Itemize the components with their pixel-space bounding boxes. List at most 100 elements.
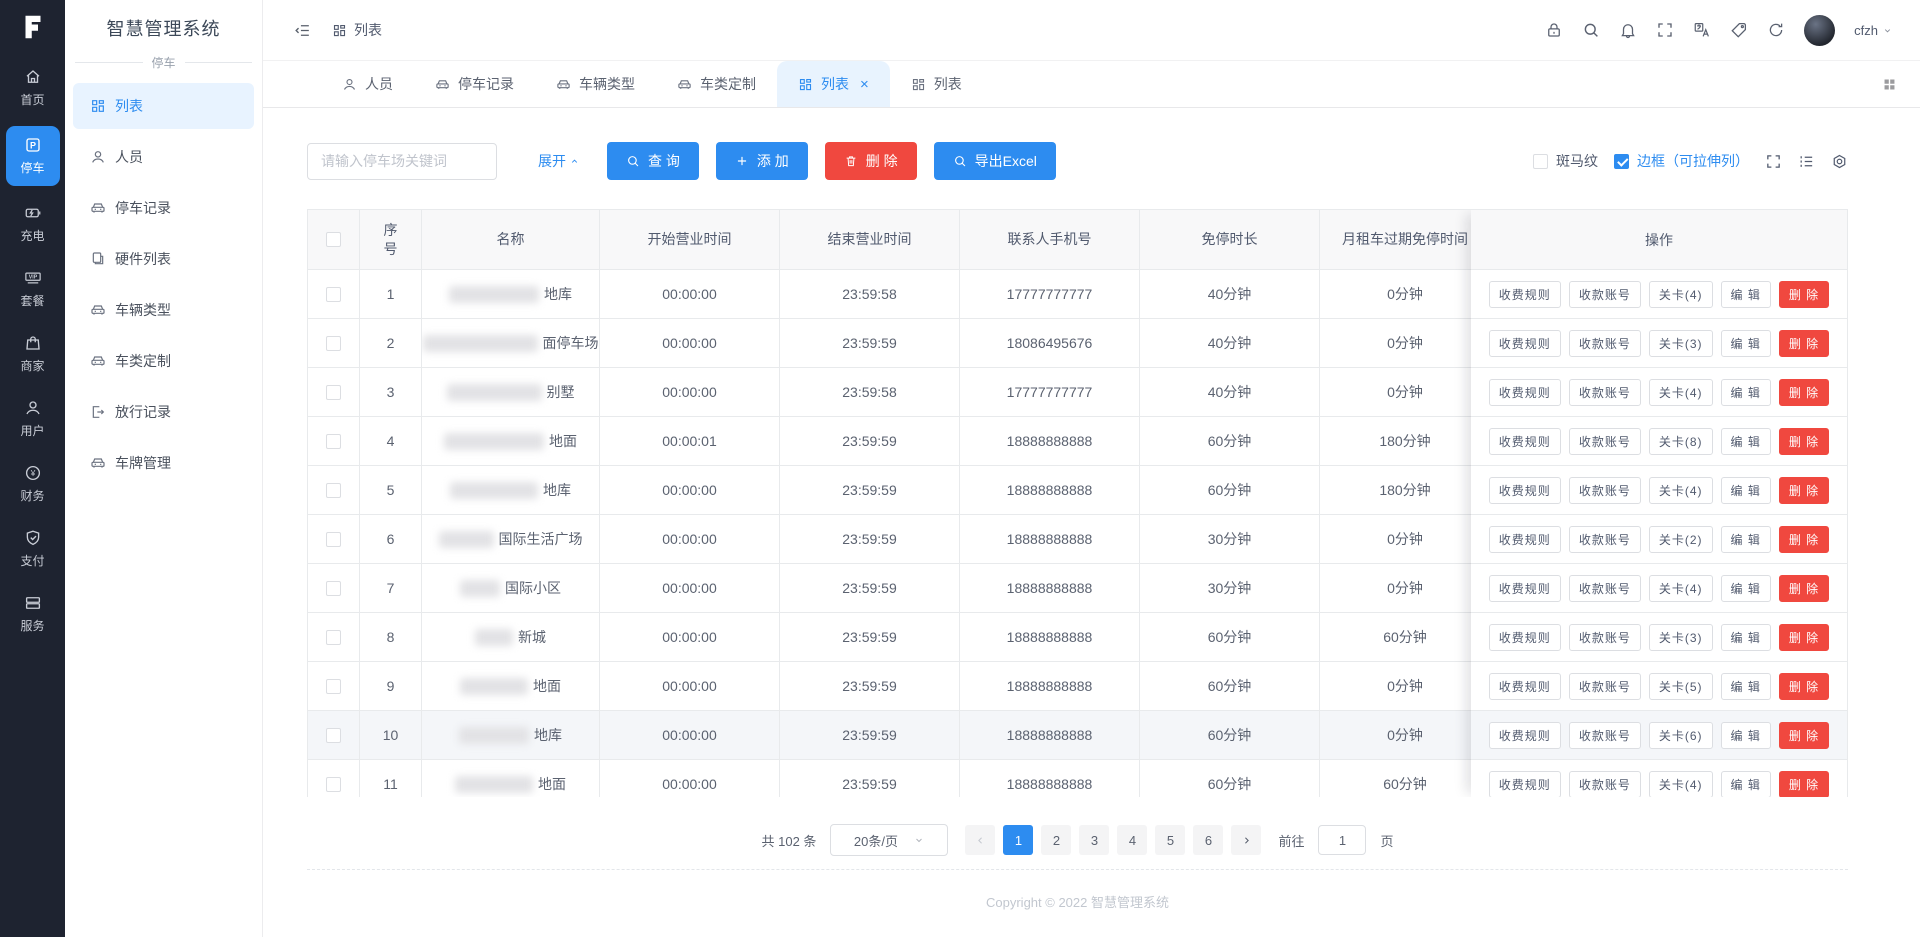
row-checkbox[interactable]: [326, 434, 341, 449]
gates-button[interactable]: 关卡(6): [1649, 722, 1713, 749]
tab-personnel[interactable]: 人员: [321, 61, 414, 107]
tab-close-icon[interactable]: ×: [860, 77, 869, 92]
goto-page-input[interactable]: [1318, 825, 1366, 855]
sidebar-item-hardware-list[interactable]: 硬件列表: [73, 236, 254, 282]
fee-rule-button[interactable]: 收费规则: [1489, 379, 1561, 406]
zebra-checkbox[interactable]: 斑马纹: [1533, 151, 1598, 171]
delete-row-button[interactable]: 删 除: [1779, 379, 1829, 406]
payee-account-button[interactable]: 收款账号: [1569, 330, 1641, 357]
row-checkbox[interactable]: [326, 679, 341, 694]
expand-toggle[interactable]: 展开: [538, 151, 580, 171]
fee-rule-button[interactable]: 收费规则: [1489, 428, 1561, 455]
gear-icon[interactable]: [1831, 153, 1848, 170]
export-excel-button[interactable]: 导出Excel: [934, 142, 1056, 180]
tab-layout-icon[interactable]: [1881, 76, 1898, 93]
sidebar-item-personnel[interactable]: 人员: [73, 134, 254, 180]
lock-icon[interactable]: [1545, 21, 1563, 39]
gates-button[interactable]: 关卡(5): [1649, 673, 1713, 700]
rail-item-parking[interactable]: 停车: [6, 126, 60, 186]
delete-row-button[interactable]: 删 除: [1779, 771, 1829, 798]
tab-vehicle-type[interactable]: 车辆类型: [535, 61, 656, 107]
sidebar-item-vehicle-class-custom[interactable]: 车类定制: [73, 338, 254, 384]
add-button[interactable]: 添 加: [716, 142, 808, 180]
edit-button[interactable]: 编 辑: [1721, 330, 1771, 357]
fee-rule-button[interactable]: 收费规则: [1489, 673, 1561, 700]
select-all-checkbox[interactable]: [326, 232, 341, 247]
edit-button[interactable]: 编 辑: [1721, 428, 1771, 455]
fee-rule-button[interactable]: 收费规则: [1489, 624, 1561, 651]
sidebar-item-parking-records[interactable]: 停车记录: [73, 185, 254, 231]
edit-button[interactable]: 编 辑: [1721, 575, 1771, 602]
border-checkbox[interactable]: 边框（可拉伸列）: [1614, 151, 1749, 171]
bell-icon[interactable]: [1619, 21, 1637, 39]
delete-row-button[interactable]: 删 除: [1779, 477, 1829, 504]
payee-account-button[interactable]: 收款账号: [1569, 281, 1641, 308]
row-checkbox[interactable]: [326, 483, 341, 498]
sidebar-item-plate-management[interactable]: 车牌管理: [73, 440, 254, 486]
rail-item-finance[interactable]: 财务: [6, 457, 60, 511]
delete-row-button[interactable]: 删 除: [1779, 281, 1829, 308]
prev-page-button[interactable]: [965, 825, 995, 855]
gates-button[interactable]: 关卡(2): [1649, 526, 1713, 553]
row-checkbox[interactable]: [326, 581, 341, 596]
translate-icon[interactable]: [1693, 21, 1711, 39]
fee-rule-button[interactable]: 收费规则: [1489, 330, 1561, 357]
rail-item-pay[interactable]: 支付: [6, 522, 60, 576]
sidebar-item-release-records[interactable]: 放行记录: [73, 389, 254, 435]
fee-rule-button[interactable]: 收费规则: [1489, 477, 1561, 504]
edit-button[interactable]: 编 辑: [1721, 673, 1771, 700]
payee-account-button[interactable]: 收款账号: [1569, 624, 1641, 651]
delete-row-button[interactable]: 删 除: [1779, 575, 1829, 602]
sidebar-item-vehicle-type[interactable]: 车辆类型: [73, 287, 254, 333]
fee-rule-button[interactable]: 收费规则: [1489, 281, 1561, 308]
row-checkbox[interactable]: [326, 728, 341, 743]
edit-button[interactable]: 编 辑: [1721, 722, 1771, 749]
delete-row-button[interactable]: 删 除: [1779, 330, 1829, 357]
edit-button[interactable]: 编 辑: [1721, 624, 1771, 651]
query-button[interactable]: 查 询: [607, 142, 699, 180]
fee-rule-button[interactable]: 收费规则: [1489, 526, 1561, 553]
payee-account-button[interactable]: 收款账号: [1569, 477, 1641, 504]
gates-button[interactable]: 关卡(4): [1649, 477, 1713, 504]
edit-button[interactable]: 编 辑: [1721, 379, 1771, 406]
row-checkbox[interactable]: [326, 630, 341, 645]
sidebar-item-list[interactable]: 列表: [73, 83, 254, 129]
fee-rule-button[interactable]: 收费规则: [1489, 771, 1561, 798]
page-button-5[interactable]: 5: [1155, 825, 1185, 855]
page-button-1[interactable]: 1: [1003, 825, 1033, 855]
gates-button[interactable]: 关卡(4): [1649, 379, 1713, 406]
fee-rule-button[interactable]: 收费规则: [1489, 575, 1561, 602]
rail-item-home[interactable]: 首页: [6, 61, 60, 115]
refresh-icon[interactable]: [1767, 21, 1785, 39]
column-settings-icon[interactable]: [1798, 153, 1815, 170]
search-input[interactable]: [307, 143, 497, 180]
page-button-6[interactable]: 6: [1193, 825, 1223, 855]
tag-icon[interactable]: [1730, 21, 1748, 39]
gates-button[interactable]: 关卡(3): [1649, 624, 1713, 651]
gates-button[interactable]: 关卡(4): [1649, 575, 1713, 602]
row-checkbox[interactable]: [326, 287, 341, 302]
edit-button[interactable]: 编 辑: [1721, 771, 1771, 798]
page-button-3[interactable]: 3: [1079, 825, 1109, 855]
payee-account-button[interactable]: 收款账号: [1569, 379, 1641, 406]
delete-button[interactable]: 删 除: [825, 142, 917, 180]
payee-account-button[interactable]: 收款账号: [1569, 428, 1641, 455]
row-checkbox[interactable]: [326, 385, 341, 400]
page-size-select[interactable]: 20条/页: [830, 824, 948, 856]
gates-button[interactable]: 关卡(4): [1649, 281, 1713, 308]
payee-account-button[interactable]: 收款账号: [1569, 722, 1641, 749]
edit-button[interactable]: 编 辑: [1721, 477, 1771, 504]
edit-button[interactable]: 编 辑: [1721, 526, 1771, 553]
row-checkbox[interactable]: [326, 532, 341, 547]
table-fullscreen-icon[interactable]: [1765, 153, 1782, 170]
avatar[interactable]: [1804, 15, 1835, 46]
fullscreen-icon[interactable]: [1656, 21, 1674, 39]
user-menu[interactable]: cfzh: [1854, 23, 1893, 38]
page-button-4[interactable]: 4: [1117, 825, 1147, 855]
payee-account-button[interactable]: 收款账号: [1569, 673, 1641, 700]
delete-row-button[interactable]: 删 除: [1779, 624, 1829, 651]
rail-item-merchant[interactable]: 商家: [6, 327, 60, 381]
tab-vehicle-class-custom[interactable]: 车类定制: [656, 61, 777, 107]
tab-list-2[interactable]: 列表: [890, 61, 983, 107]
tab-list[interactable]: 列表×: [777, 61, 890, 107]
